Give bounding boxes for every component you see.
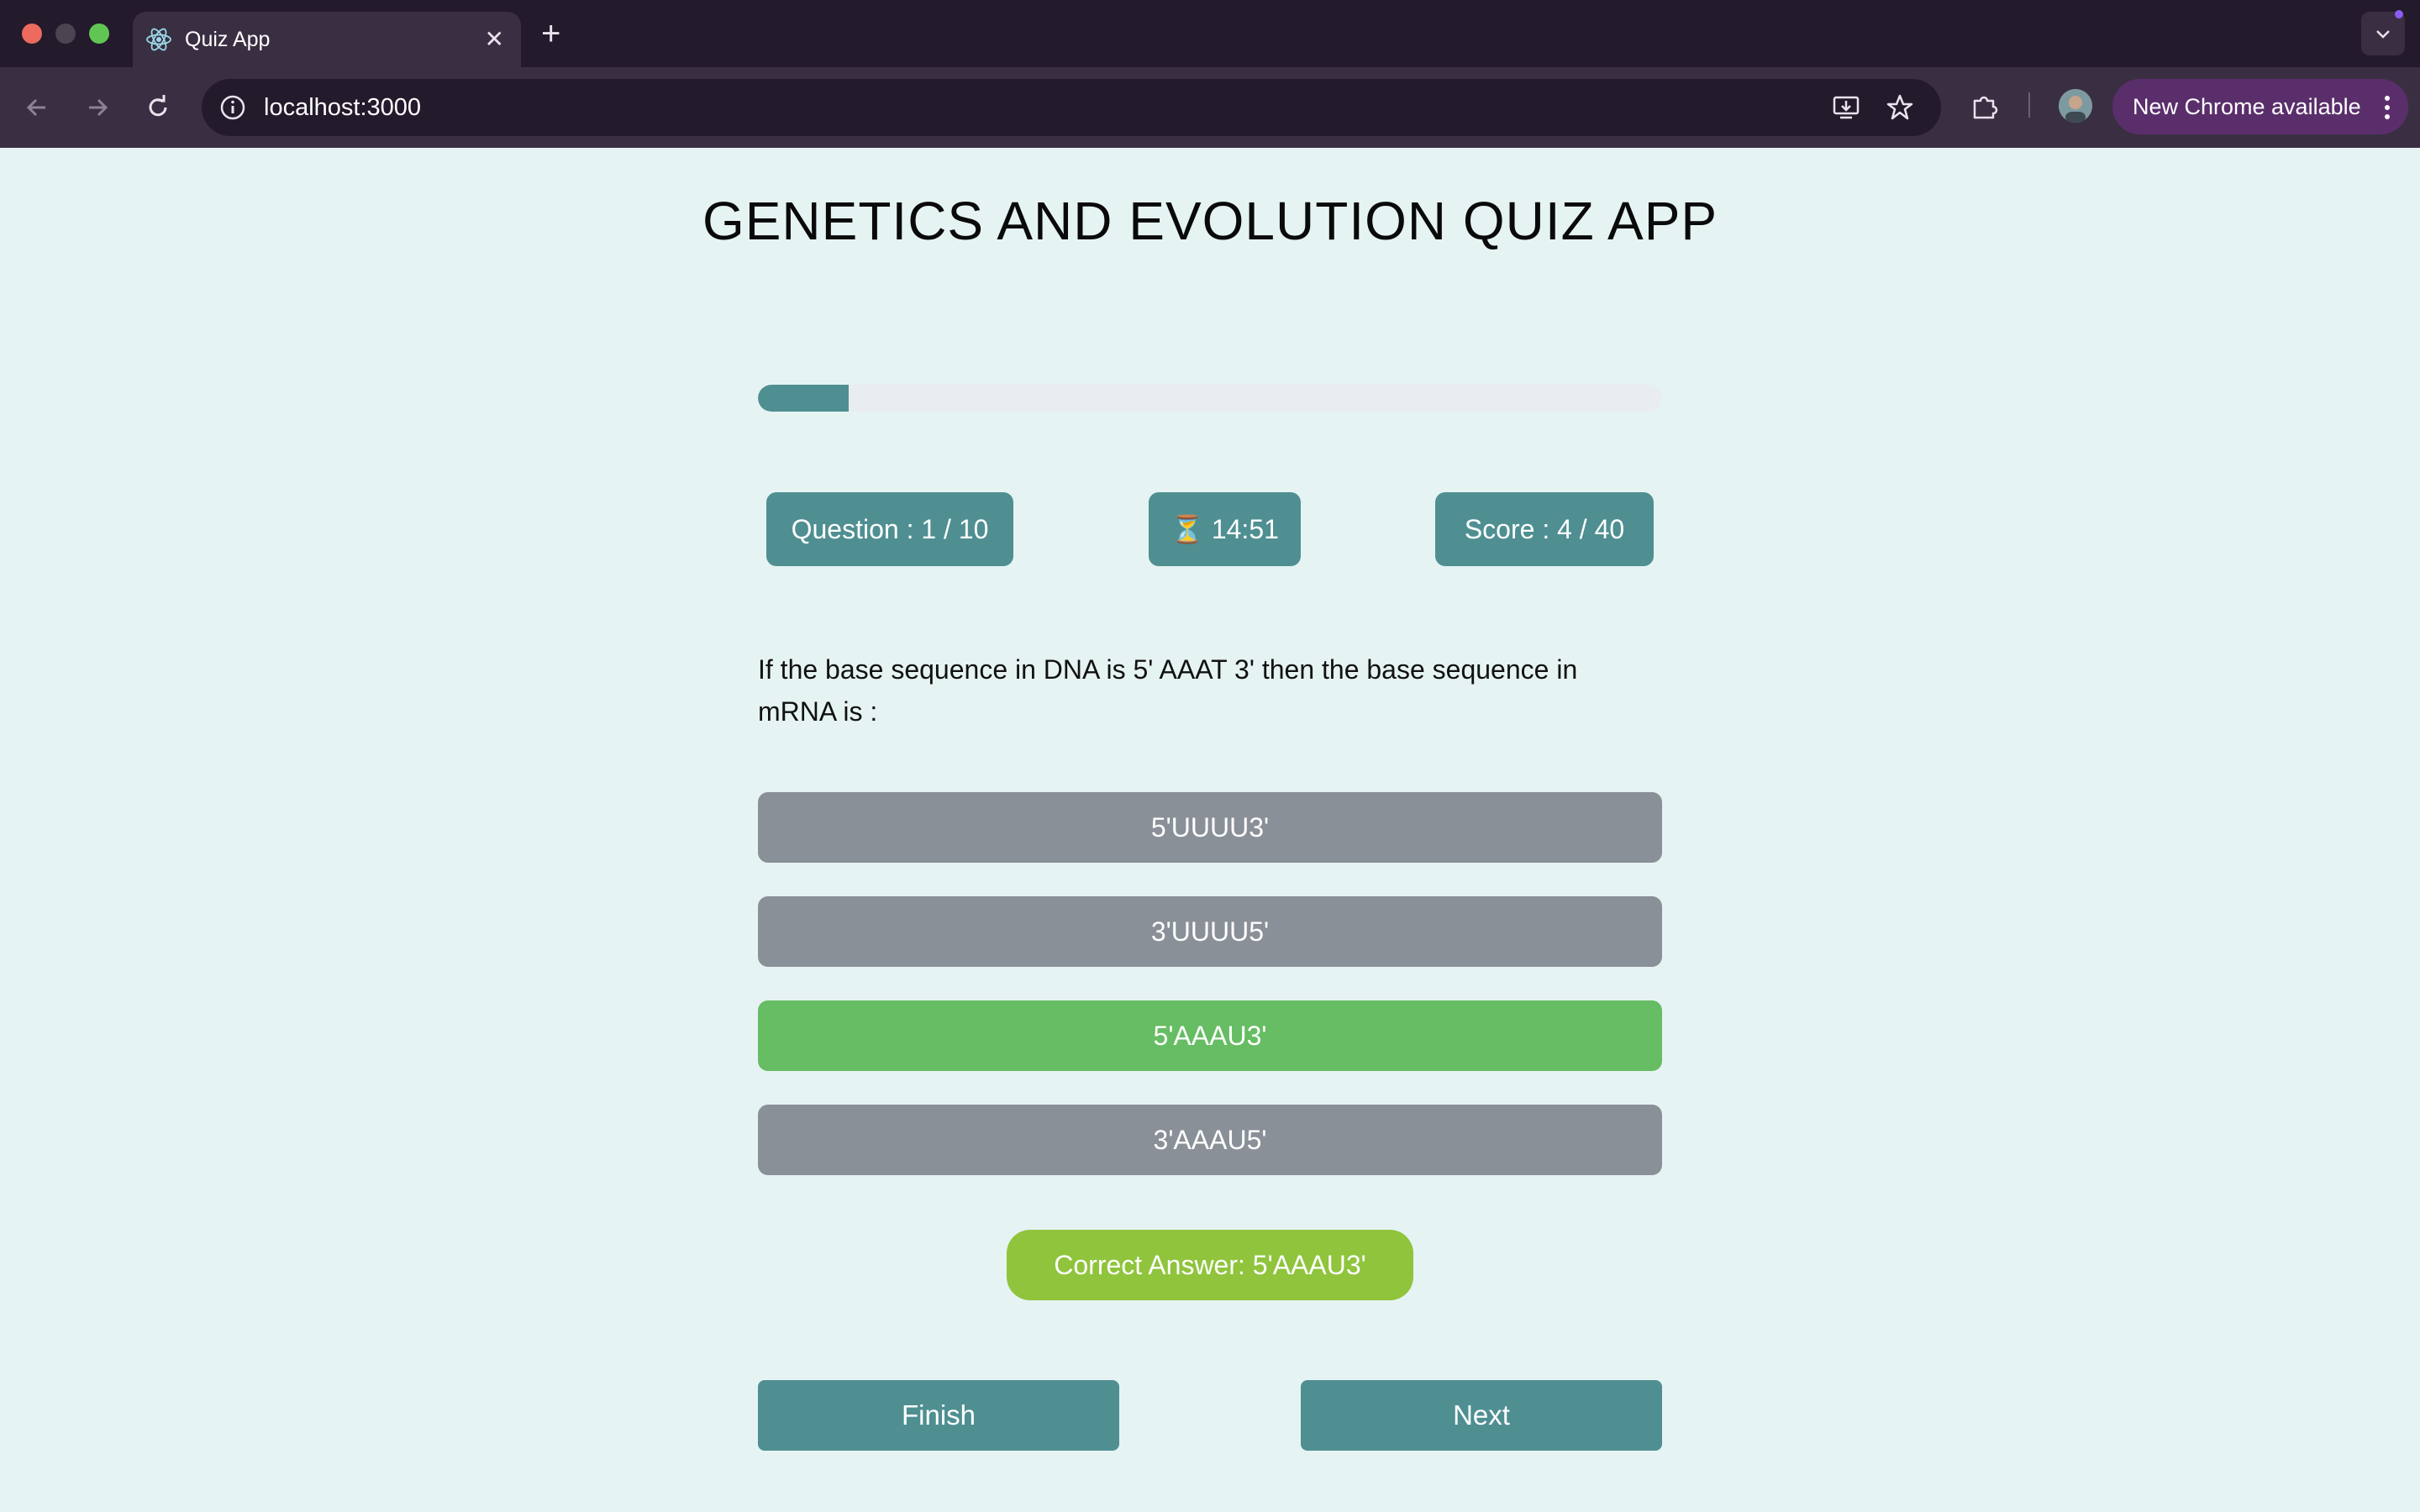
reload-icon[interactable] — [141, 91, 175, 124]
back-icon[interactable] — [20, 91, 54, 124]
profile-avatar-icon — [2059, 89, 2092, 123]
browser-tab-bar: Quiz App ✕ + — [0, 0, 2420, 67]
notification-dot — [2395, 10, 2403, 18]
forward-icon[interactable] — [81, 91, 114, 124]
answer-option[interactable]: 3'AAAU5' — [758, 1105, 1662, 1175]
answer-option[interactable]: 5'UUUU3' — [758, 792, 1662, 863]
tab-search-button[interactable] — [2361, 10, 2405, 55]
tab-close-icon[interactable]: ✕ — [485, 12, 504, 67]
address-bar[interactable]: localhost:3000 — [202, 79, 1941, 136]
finish-button[interactable]: Finish — [758, 1380, 1119, 1451]
score-badge: Score : 4 / 40 — [1435, 492, 1654, 566]
chrome-update-label: New Chrome available — [2133, 94, 2361, 119]
menu-dots-icon[interactable] — [2385, 96, 2390, 123]
bookmark-star-icon[interactable] — [1886, 93, 1914, 122]
timer-badge: ⏳ 14:51 — [1149, 492, 1301, 566]
quiz-progress-bar — [758, 385, 1662, 412]
window-close-button[interactable] — [22, 24, 42, 44]
question-counter-badge: Question : 1 / 10 — [766, 492, 1013, 566]
answer-option-correct[interactable]: 5'AAAU3' — [758, 1000, 1662, 1071]
correct-answer-badge: Correct Answer: 5'AAAU3' — [1007, 1230, 1413, 1300]
quiz-page: GENETICS AND EVOLUTION QUIZ APP Question… — [0, 148, 2420, 1512]
browser-tab-quiz-app[interactable]: Quiz App ✕ — [133, 12, 521, 67]
react-icon — [146, 28, 171, 51]
toolbar-divider — [2028, 92, 2030, 118]
chevron-down-icon — [2376, 30, 2390, 39]
window-minimize-button[interactable] — [55, 24, 76, 44]
browser-toolbar: localhost:3000 New Chrome available — [0, 67, 2420, 148]
url-text[interactable]: localhost:3000 — [264, 79, 421, 136]
profile-avatar[interactable] — [2059, 89, 2092, 123]
quiz-progress-fill — [758, 385, 849, 412]
extensions-icon[interactable] — [1970, 91, 2000, 121]
tab-title: Quiz App — [185, 28, 271, 51]
window-zoom-button[interactable] — [89, 24, 109, 44]
page-title: GENETICS AND EVOLUTION QUIZ APP — [702, 191, 1718, 251]
question-text: If the base sequence in DNA is 5' AAAT 3… — [758, 654, 1578, 727]
chrome-update-button[interactable]: New Chrome available — [2112, 79, 2408, 134]
install-app-icon[interactable] — [1832, 93, 1860, 122]
site-info-icon[interactable] — [218, 93, 247, 122]
new-tab-button[interactable]: + — [541, 12, 560, 55]
next-button[interactable]: Next — [1301, 1380, 1662, 1451]
answer-option[interactable]: 3'UUUU5' — [758, 896, 1662, 967]
